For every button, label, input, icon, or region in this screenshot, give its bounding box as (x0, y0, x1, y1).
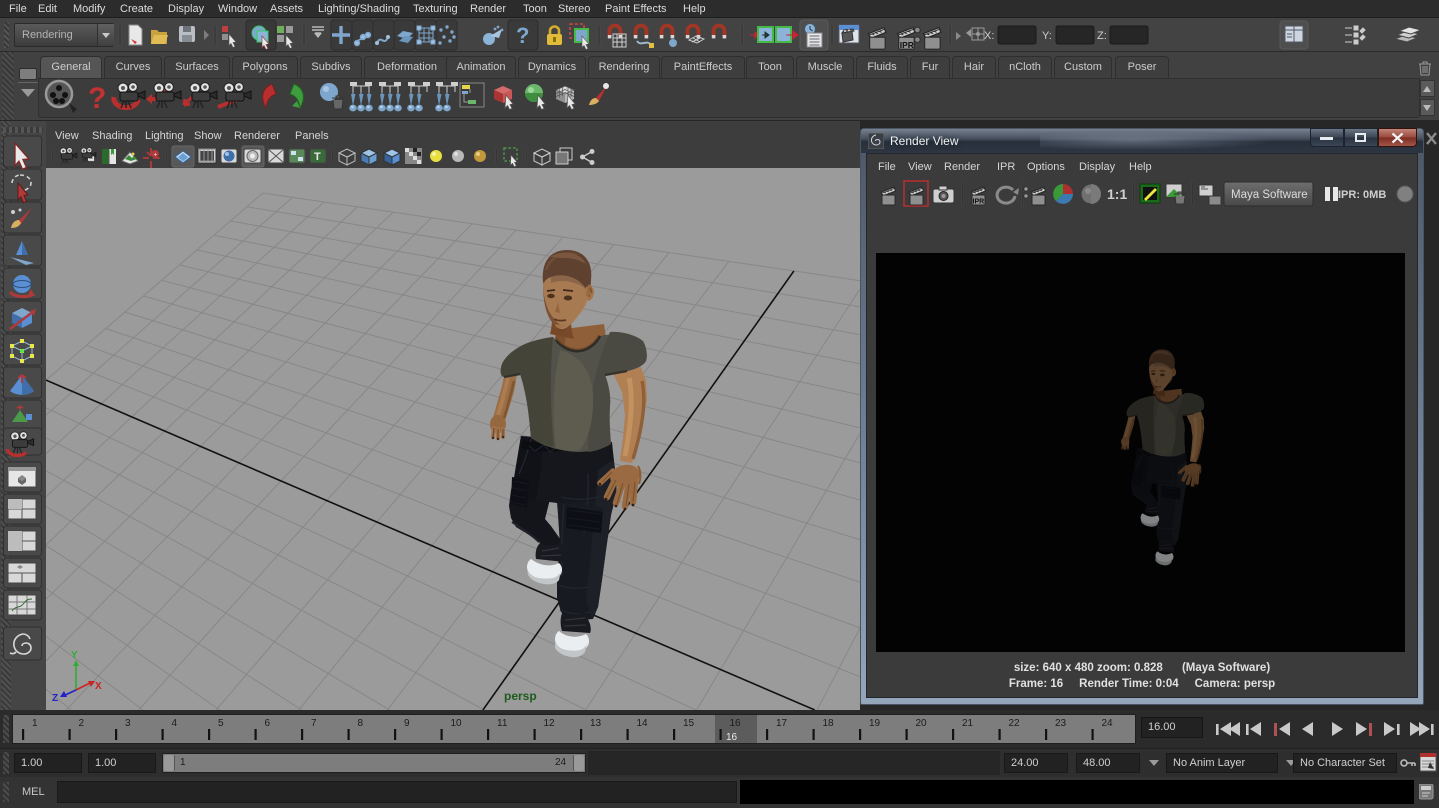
svg-text:10: 10 (451, 718, 463, 729)
svg-text:?: ? (88, 82, 106, 115)
svg-text:Z:: Z: (1097, 30, 1107, 42)
svg-text:18: 18 (823, 718, 835, 729)
svg-text:6: 6 (265, 718, 271, 729)
svg-text:3: 3 (125, 718, 131, 729)
svg-text:13: 13 (590, 718, 602, 729)
svg-text:4: 4 (172, 718, 178, 729)
svg-text:X: X (95, 681, 102, 692)
svg-text:12: 12 (544, 718, 556, 729)
svg-text:16: 16 (726, 732, 738, 743)
svg-text:Maya Software: Maya Software (1231, 189, 1308, 201)
svg-text:15: 15 (683, 718, 695, 729)
svg-text:8: 8 (358, 718, 364, 729)
svg-text:IPR: IPR (900, 40, 914, 50)
svg-text:11: 11 (497, 718, 508, 729)
svg-text:5: 5 (218, 718, 224, 729)
svg-text:2: 2 (79, 718, 85, 729)
svg-text:T: T (314, 151, 321, 163)
svg-text:Y:: Y: (1042, 30, 1052, 42)
svg-text:+: + (154, 153, 158, 159)
svg-text:1: 1 (32, 718, 38, 729)
svg-text:21: 21 (962, 718, 974, 729)
svg-text:23: 23 (1055, 718, 1067, 729)
svg-text:Z: Z (52, 693, 58, 704)
svg-text:9: 9 (404, 718, 410, 729)
svg-text:20: 20 (916, 718, 928, 729)
svg-text:IPR: IPR (973, 199, 985, 206)
svg-text:1:1: 1:1 (1107, 186, 1127, 202)
svg-text:Y: Y (71, 650, 78, 661)
svg-text:7: 7 (311, 718, 317, 729)
svg-text:24: 24 (1102, 718, 1114, 729)
svg-text:17: 17 (776, 718, 788, 729)
svg-text:19: 19 (869, 718, 881, 729)
svg-text:?: ? (516, 23, 529, 48)
svg-text:22: 22 (1009, 718, 1021, 729)
svg-text:persp: persp (504, 689, 537, 703)
svg-text:14: 14 (637, 718, 649, 729)
svg-text:X:: X: (984, 30, 994, 42)
svg-text:IPR: 0MB: IPR: 0MB (1338, 189, 1386, 201)
svg-text:16: 16 (730, 718, 742, 729)
